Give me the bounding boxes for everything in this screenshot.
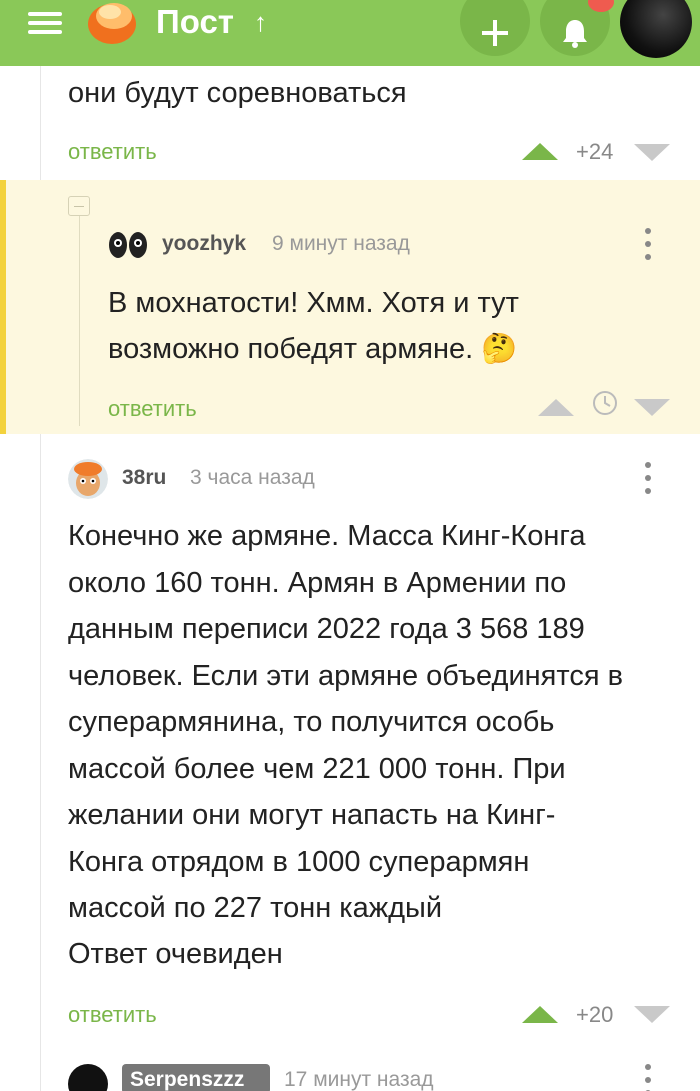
add-post-button[interactable] xyxy=(460,0,530,56)
comment-text: суперармянина, то получится особь xyxy=(68,706,555,738)
upvote-icon[interactable] xyxy=(522,143,558,160)
downvote-icon[interactable] xyxy=(634,144,670,161)
more-options-icon[interactable] xyxy=(644,460,652,496)
comment-author[interactable]: yoozhyk xyxy=(162,232,246,256)
comment-text: Ответ очевиден xyxy=(68,938,283,970)
upvote-icon[interactable] xyxy=(538,399,574,416)
reply-link[interactable]: ответить xyxy=(108,396,197,422)
clock-icon xyxy=(593,391,617,415)
comment-text: массой по 227 тонн каждый xyxy=(68,892,443,924)
comment-text: около 160 тонн. Армян в Армении по xyxy=(68,567,567,599)
menu-icon[interactable] xyxy=(28,12,62,34)
downvote-icon[interactable] xyxy=(634,399,670,416)
more-options-icon[interactable] xyxy=(644,226,652,262)
top-header: Пост ↑ xyxy=(0,0,700,66)
comment-text: они будут соревноваться xyxy=(68,77,407,109)
author-avatar[interactable] xyxy=(68,459,108,499)
arrow-up-icon[interactable]: ↑ xyxy=(254,6,267,38)
comment-text: желании они могут напасть на Кинг- xyxy=(68,799,556,831)
reply-link[interactable]: ответить xyxy=(68,1002,157,1028)
comment-rating: +24 xyxy=(576,139,614,164)
author-avatar[interactable] xyxy=(68,1064,108,1091)
collapse-thread-button[interactable] xyxy=(68,196,90,216)
comment-text: данным переписи 2022 года 3 568 189 xyxy=(68,613,585,645)
site-logo[interactable] xyxy=(84,0,140,46)
page-title: Пост xyxy=(156,3,234,40)
comment-text: Конга отрядом в 1000 суперармян xyxy=(68,846,530,878)
author-avatar[interactable] xyxy=(108,229,148,261)
thread-line-nested xyxy=(79,216,80,426)
more-options-icon[interactable] xyxy=(644,1062,652,1091)
comment-text: массой более чем 221 000 тонн. При xyxy=(68,753,566,785)
comment-time: 17 минут назад xyxy=(284,1068,434,1091)
comment-rating: +20 xyxy=(576,1002,614,1027)
comment-text: В мохнатости! Хмм. Хотя и тут xyxy=(108,287,519,319)
user-avatar[interactable] xyxy=(620,0,692,58)
comment-text: возможно победят армяне. 🤔 xyxy=(108,333,518,365)
comment-text: Конечно же армяне. Масса Кинг-Конга xyxy=(68,520,586,552)
reply-link[interactable]: ответить xyxy=(68,139,157,165)
plus-icon xyxy=(482,20,508,46)
comment-author[interactable]: Serpenszzz xyxy=(122,1064,270,1091)
upvote-icon[interactable] xyxy=(522,1006,558,1023)
comment-text: человек. Если эти армяне объединятся в xyxy=(68,660,624,692)
bell-icon xyxy=(563,20,587,48)
new-comment-marker xyxy=(0,180,6,434)
comment-time: 3 часа назад xyxy=(190,466,315,489)
comment-author[interactable]: 38ru xyxy=(122,466,166,490)
downvote-icon[interactable] xyxy=(634,1006,670,1023)
comment-time: 9 минут назад xyxy=(272,232,410,255)
